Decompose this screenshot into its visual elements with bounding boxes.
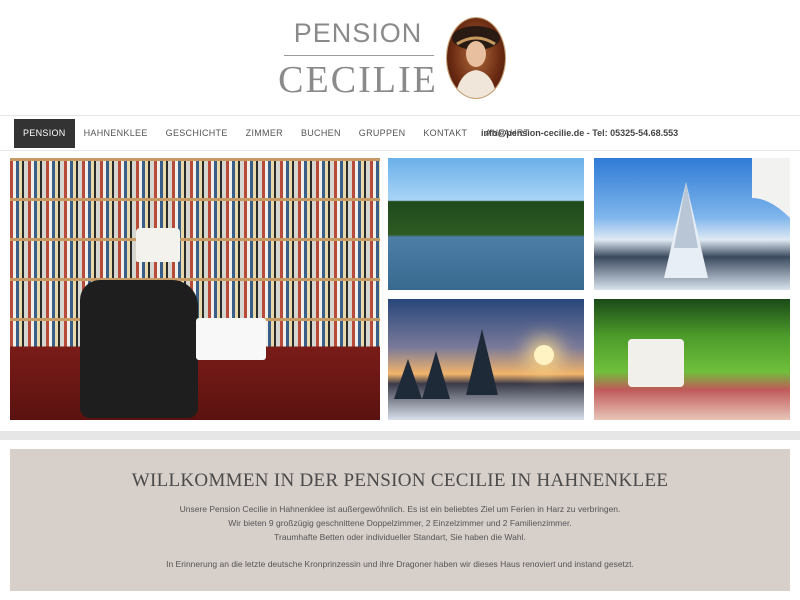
- winter-sunset-image: [388, 299, 584, 420]
- logo-cecilie-text: CECILIE: [278, 59, 438, 101]
- table-shape: [196, 318, 266, 360]
- library-image: [10, 158, 380, 420]
- welcome-line-3: Traumhafte Betten oder individueller Sta…: [274, 532, 526, 542]
- basket-shape: [628, 339, 684, 387]
- lamp-shape: [136, 228, 180, 262]
- welcome-line-4: In Erinnerung an die letzte deutsche Kro…: [166, 559, 634, 569]
- nav-item-hahnenklee[interactable]: HAHNENKLEE: [75, 119, 157, 148]
- welcome-title: WILLKOMMEN IN DER PENSION CECILIE IN HAH…: [131, 470, 669, 491]
- site-logo[interactable]: PENSION CECILIE: [278, 18, 438, 101]
- picnic-image: [594, 299, 790, 420]
- woman-portrait-icon: [447, 18, 505, 98]
- section-separator: [0, 431, 800, 440]
- nav-item-kontakt[interactable]: KONTAKT: [414, 119, 476, 148]
- nav-item-geschichte[interactable]: GESCHICHTE: [157, 119, 237, 148]
- header-divider: [0, 115, 800, 116]
- nav-item-pension[interactable]: PENSION: [14, 119, 75, 148]
- armchair-shape: [80, 280, 198, 418]
- logo-pension-text: PENSION: [293, 18, 423, 48]
- nav-divider: [0, 150, 800, 151]
- welcome-line-1: Unsere Pension Cecilie in Hahnenklee ist…: [179, 504, 621, 514]
- contact-info[interactable]: info@pension-cecilie.de - Tel: 05325-54.…: [481, 119, 678, 148]
- welcome-line-2: Wir bieten 9 großzügig geschnittene Dopp…: [228, 518, 572, 528]
- nav-item-gruppen[interactable]: GRUPPEN: [350, 119, 415, 148]
- main-nav: PENSION HAHNENKLEE GESCHICHTE ZIMMER BUC…: [14, 119, 538, 148]
- nav-item-buchen[interactable]: BUCHEN: [292, 119, 350, 148]
- welcome-section: WILLKOMMEN IN DER PENSION CECILIE IN HAH…: [10, 449, 790, 591]
- nav-item-zimmer[interactable]: ZIMMER: [237, 119, 292, 148]
- snowy-tree-image: [594, 158, 790, 290]
- logo-divider: [284, 55, 434, 56]
- lake-forest-image: [388, 158, 584, 290]
